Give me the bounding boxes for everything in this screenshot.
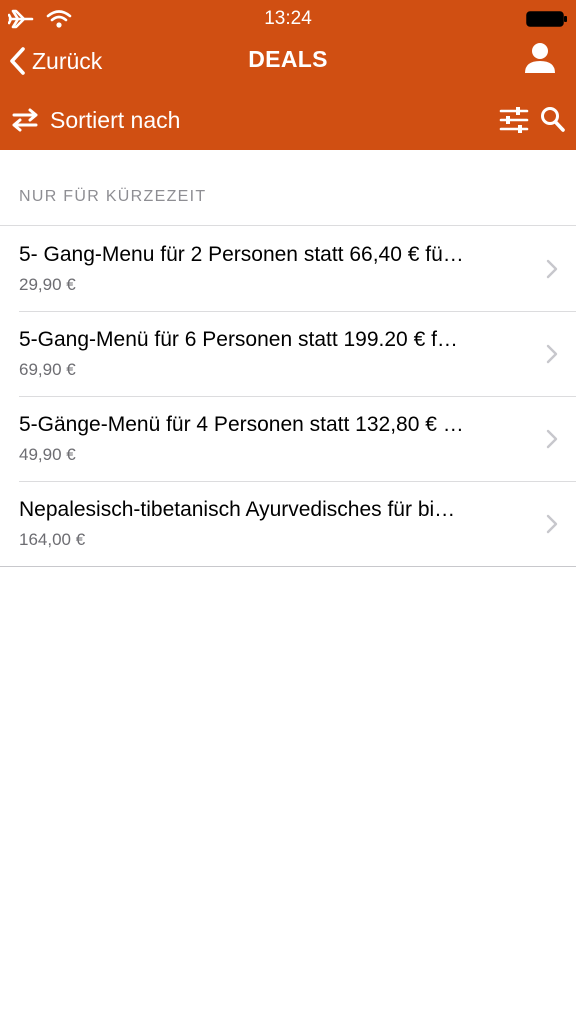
deal-title: 5-Gänge-Menü für 4 Personen statt 132,80… bbox=[19, 413, 464, 436]
sort-label: Sortiert nach bbox=[50, 106, 181, 133]
sort-filter-toolbar: Sortiert nach bbox=[0, 96, 576, 144]
list-item[interactable]: 5- Gang-Menu für 2 Personen statt 66,40 … bbox=[0, 226, 576, 311]
profile-icon[interactable] bbox=[522, 40, 558, 76]
deals-content: NUR FÜR KÜRZEZEIT 5- Gang-Menu für 2 Per… bbox=[0, 150, 576, 1024]
app-header: 13:24 Zurück DEALS Sortiert nach bbox=[0, 0, 576, 150]
chevron-right-icon bbox=[546, 259, 558, 279]
back-button[interactable]: Zurück bbox=[8, 42, 102, 80]
list-item[interactable]: 5-Gänge-Menü für 4 Personen statt 132,80… bbox=[0, 396, 576, 481]
chevron-right-icon bbox=[546, 429, 558, 449]
chevron-right-icon bbox=[546, 514, 558, 534]
deal-price: 164,00 € bbox=[19, 530, 86, 549]
battery-icon bbox=[526, 11, 567, 27]
status-time: 13:24 bbox=[264, 8, 312, 29]
status-bar: 13:24 bbox=[0, 0, 576, 38]
deal-title: 5- Gang-Menu für 2 Personen statt 66,40 … bbox=[19, 243, 464, 266]
chevron-left-icon bbox=[10, 47, 25, 75]
filter-sliders-icon[interactable] bbox=[499, 105, 529, 135]
deal-price: 49,90 € bbox=[19, 445, 76, 464]
sort-button[interactable]: Sortiert nach bbox=[10, 102, 180, 138]
navigation-bar: Zurück DEALS bbox=[0, 38, 576, 84]
list-item[interactable]: 5-Gang-Menü für 6 Personen statt 199.20 … bbox=[0, 311, 576, 396]
section-header: NUR FÜR KÜRZEZEIT bbox=[19, 188, 207, 205]
deal-title: Nepalesisch-tibetanisch Ayurvedisches fü… bbox=[19, 498, 456, 521]
swap-arrows-icon bbox=[12, 108, 38, 132]
search-icon[interactable] bbox=[540, 105, 566, 135]
deal-price: 69,90 € bbox=[19, 360, 76, 379]
deal-title: 5-Gang-Menü für 6 Personen statt 199.20 … bbox=[19, 328, 458, 351]
list-item[interactable]: Nepalesisch-tibetanisch Ayurvedisches fü… bbox=[0, 481, 576, 566]
back-label: Zurück bbox=[32, 47, 103, 74]
deals-list: 5- Gang-Menu für 2 Personen statt 66,40 … bbox=[0, 225, 576, 567]
chevron-right-icon bbox=[546, 344, 558, 364]
deal-price: 29,90 € bbox=[19, 275, 76, 294]
